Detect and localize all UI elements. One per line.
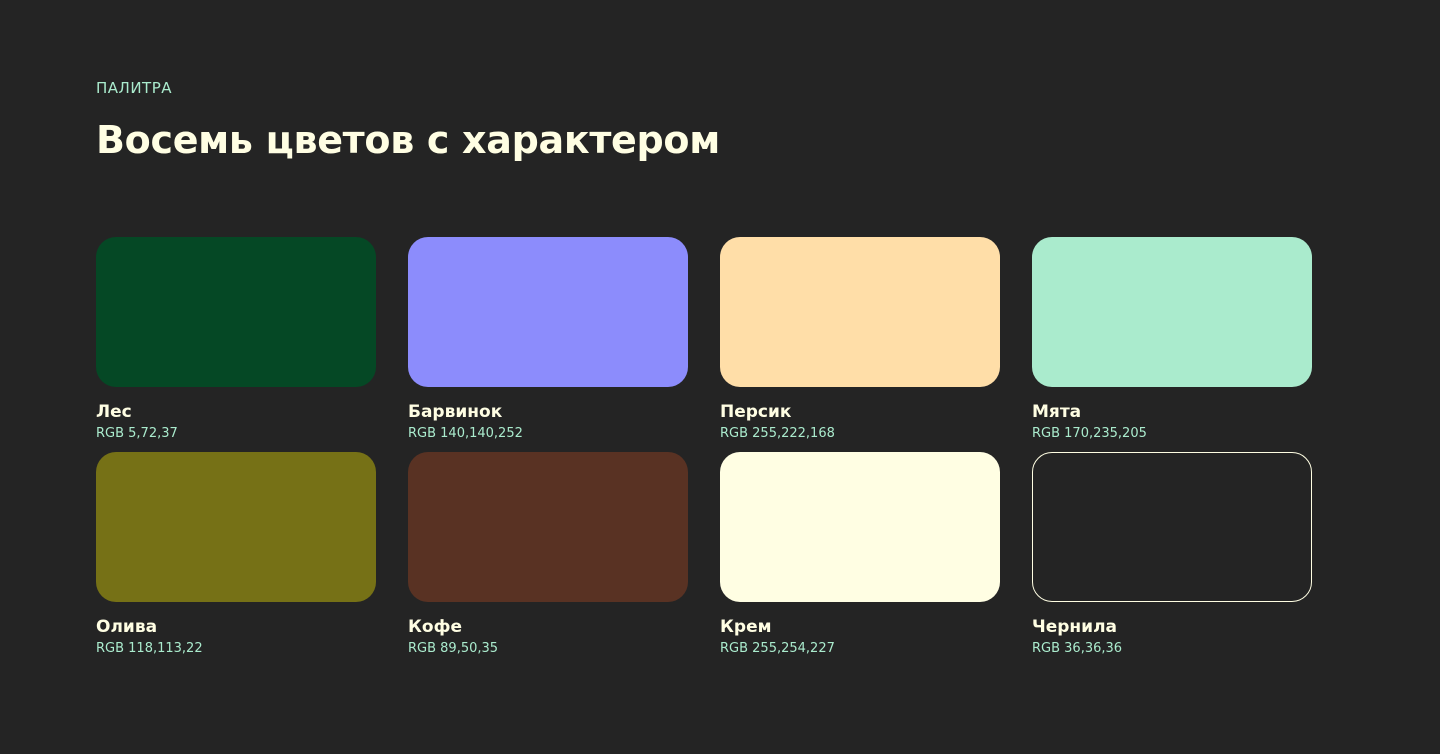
swatch-card-krem: Крем RGB 255,254,227: [720, 452, 1000, 667]
swatch-rgb: RGB 36,36,36: [1032, 641, 1123, 656]
swatch-rgb: RGB 255,254,227: [720, 641, 835, 656]
color-swatch: [720, 237, 1000, 387]
swatch-rgb: RGB 89,50,35: [408, 641, 499, 656]
page-title: Восемь цветов с характером: [96, 118, 720, 162]
swatch-name: Барвинок: [408, 402, 503, 422]
color-swatch: [1032, 452, 1312, 602]
palette-eyebrow: ПАЛИТРА: [96, 79, 173, 97]
swatch-card-myata: Мята RGB 170,235,205: [1032, 237, 1312, 452]
swatch-rgb: RGB 170,235,205: [1032, 426, 1147, 441]
color-swatch: [96, 452, 376, 602]
swatch-card-barvinok: Барвинок RGB 140,140,252: [408, 237, 688, 452]
swatch-name: Чернила: [1032, 617, 1118, 637]
swatch-rgb: RGB 255,222,168: [720, 426, 835, 441]
swatch-name: Олива: [96, 617, 158, 637]
color-swatch: [1032, 237, 1312, 387]
swatch-rgb: RGB 118,113,22: [96, 641, 203, 656]
swatch-grid: Лес RGB 5,72,37 Барвинок RGB 140,140,252…: [96, 237, 1312, 667]
swatch-rgb: RGB 5,72,37: [96, 426, 178, 441]
color-swatch: [720, 452, 1000, 602]
swatch-name: Крем: [720, 617, 772, 637]
swatch-card-kofe: Кофе RGB 89,50,35: [408, 452, 688, 667]
color-swatch: [408, 237, 688, 387]
swatch-rgb: RGB 140,140,252: [408, 426, 523, 441]
swatch-card-persik: Персик RGB 255,222,168: [720, 237, 1000, 452]
swatch-card-les: Лес RGB 5,72,37: [96, 237, 376, 452]
swatch-card-chernila: Чернила RGB 36,36,36: [1032, 452, 1312, 667]
swatch-name: Мята: [1032, 402, 1082, 422]
swatch-card-oliva: Олива RGB 118,113,22: [96, 452, 376, 667]
swatch-name: Кофе: [408, 617, 462, 637]
swatch-name: Лес: [96, 402, 132, 422]
color-swatch: [96, 237, 376, 387]
swatch-name: Персик: [720, 402, 792, 422]
color-swatch: [408, 452, 688, 602]
